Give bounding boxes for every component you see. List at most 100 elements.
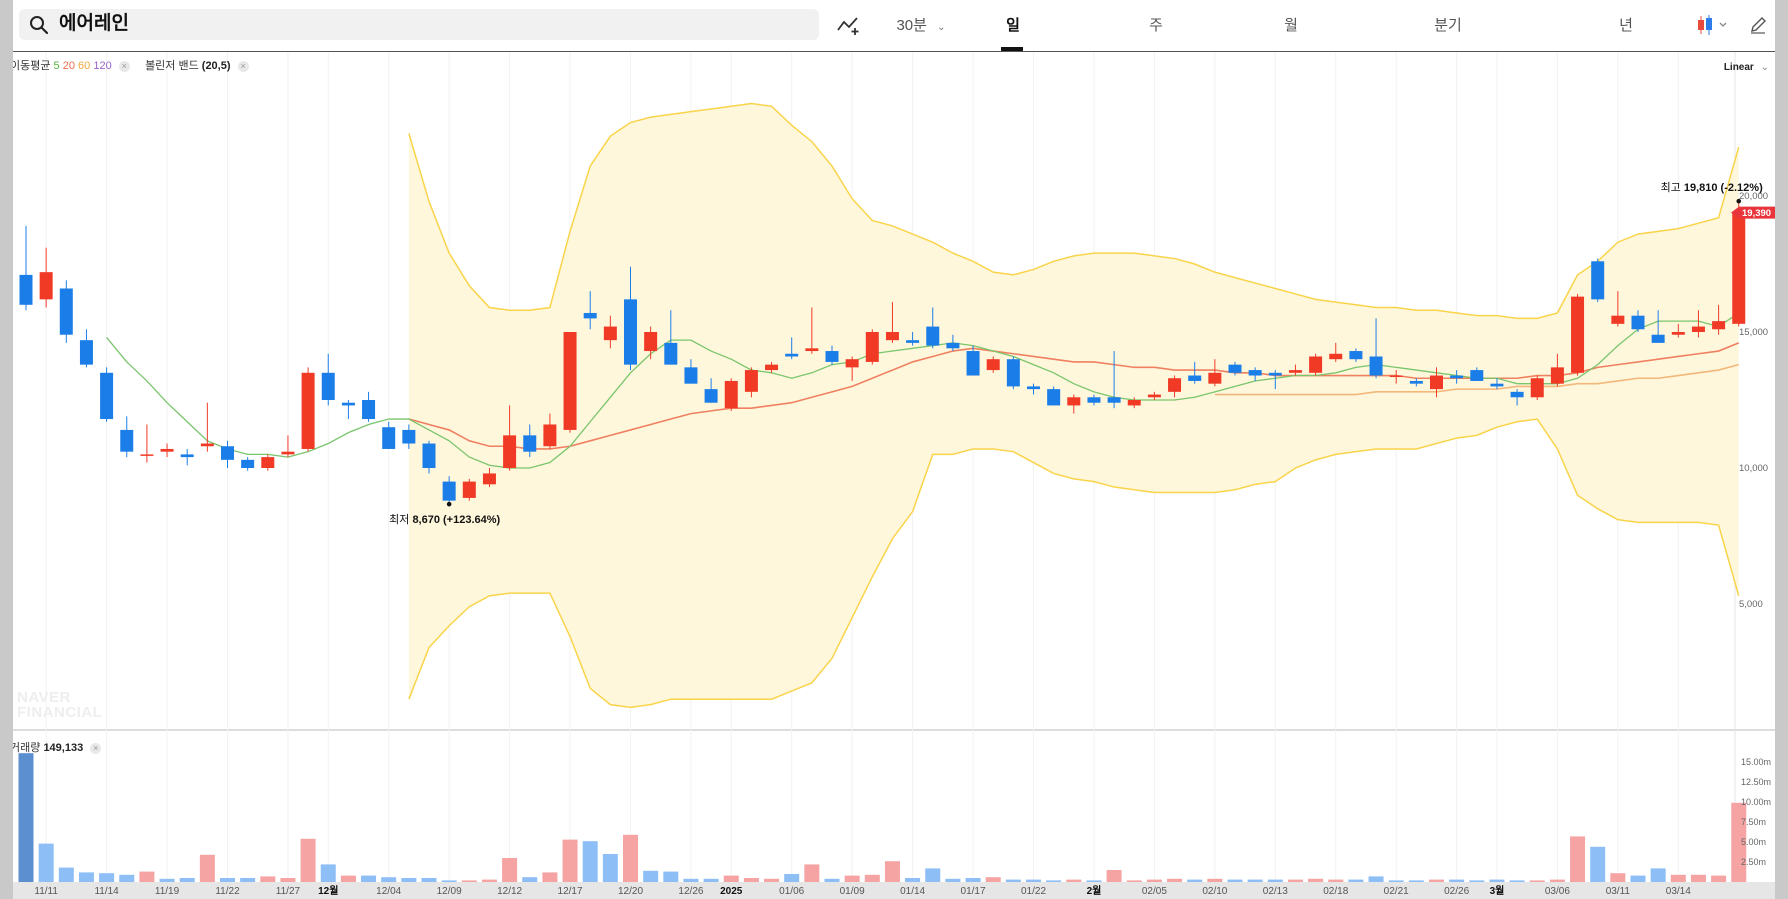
x-tick-label: 02/18 — [1323, 886, 1348, 897]
candle-body — [1027, 386, 1040, 390]
remove-ma-icon[interactable]: × — [118, 60, 130, 72]
candle-body — [200, 443, 214, 447]
candle-body — [321, 372, 335, 400]
candle-body — [39, 272, 53, 300]
volume-bar — [623, 834, 638, 882]
remove-bb-icon[interactable]: × — [237, 60, 249, 72]
indicator-legend: 이동평균 5 20 60 120 × 볼린저 밴드 (20,5) × — [13, 57, 249, 73]
ma-20-label: 20 — [62, 60, 75, 72]
volume-bar — [824, 878, 840, 882]
tab-month[interactable]: 월 — [1276, 14, 1306, 35]
candle-body — [1510, 391, 1524, 398]
pencil-icon[interactable] — [1748, 15, 1768, 35]
x-tick-label: 12/12 — [497, 886, 522, 897]
volume-tick-label: 5.00m — [1741, 837, 1766, 847]
scale-mode-dropdown[interactable]: Linear ⌄ — [1724, 62, 1769, 73]
candle-body — [442, 481, 456, 501]
candle-body — [523, 435, 537, 452]
search-icon — [30, 16, 49, 35]
candle-body — [1228, 364, 1242, 373]
volume-bar — [1690, 874, 1706, 882]
add-indicator-icon[interactable] — [836, 14, 862, 36]
candle-body — [986, 359, 1000, 371]
tab-year[interactable]: 년 — [1611, 14, 1641, 35]
search-input[interactable]: 에어레인 — [59, 13, 129, 35]
last-price-label: 19,390 — [1742, 208, 1771, 219]
candle-body — [1329, 353, 1343, 360]
volume-bar — [159, 878, 175, 882]
candle-type-icon[interactable] — [1696, 14, 1732, 36]
volume-bar — [1267, 879, 1283, 882]
candle-body — [1490, 383, 1504, 387]
volume-bar — [864, 874, 880, 882]
volume-bar — [300, 838, 316, 882]
volume-bar — [1529, 880, 1545, 882]
volume-tick-label: 15.00m — [1741, 757, 1771, 767]
volume-bar — [884, 861, 900, 882]
x-tick-label: 11/11 — [34, 886, 58, 897]
candle-body — [1107, 397, 1121, 403]
volume-bar — [1167, 878, 1183, 882]
volume-bar — [985, 877, 1001, 882]
candle-body — [1087, 397, 1101, 403]
x-tick-label: 11/14 — [94, 886, 119, 897]
volume-bar — [421, 878, 437, 882]
candle-body — [1651, 334, 1665, 343]
volume-bar — [1590, 846, 1606, 882]
candle-body — [1732, 212, 1746, 324]
candle-body — [1450, 375, 1464, 379]
tab-week[interactable]: 주 — [1141, 14, 1171, 35]
volume-bar — [401, 878, 417, 882]
volume-bar — [1308, 878, 1324, 882]
volume-bar — [643, 870, 659, 882]
candle-body — [1712, 321, 1726, 330]
volume-bar — [1469, 880, 1485, 882]
candle-body — [966, 351, 980, 376]
volume-bar — [1570, 836, 1586, 882]
volume-bar — [582, 841, 598, 882]
volume-bar — [1670, 874, 1686, 882]
ma-label: 이동평균 — [13, 60, 51, 72]
candle-body — [59, 288, 73, 335]
volume-bar — [1449, 879, 1465, 882]
candle-body — [1147, 394, 1161, 398]
tab-quarter[interactable]: 분기 — [1426, 14, 1470, 35]
volume-bar — [1126, 880, 1142, 882]
candle-body — [382, 427, 396, 449]
candle-body — [1208, 372, 1222, 384]
candle-body — [462, 481, 476, 498]
volume-bar — [381, 877, 397, 882]
search-box[interactable]: 에어레인 — [19, 9, 819, 40]
volume-bar — [18, 753, 34, 882]
candle-body — [19, 274, 33, 305]
volume-bar — [1005, 879, 1021, 882]
bb-params: (20,5) — [201, 60, 231, 72]
candle-body — [1349, 351, 1363, 360]
candle-body — [301, 372, 315, 449]
candle-body — [1671, 332, 1685, 335]
candle-body — [704, 389, 718, 403]
candle-body — [402, 429, 416, 444]
candle-body — [563, 332, 577, 430]
bb-label: 볼린저 밴드 — [145, 60, 199, 72]
volume-bar — [139, 871, 155, 882]
volume-bar — [1348, 879, 1364, 882]
x-tick-label: 2025 — [720, 886, 743, 897]
volume-bar — [1066, 879, 1082, 882]
remove-volume-icon[interactable]: × — [90, 742, 102, 754]
volume-bar — [220, 878, 235, 882]
tab-day[interactable]: 일 — [998, 14, 1028, 35]
ma-60-label: 60 — [78, 60, 91, 72]
volume-bar — [905, 878, 921, 882]
interval-dropdown[interactable]: 30분 ⌄ — [891, 14, 951, 35]
volume-tick-label: 7.50m — [1741, 817, 1766, 827]
stock-chart[interactable]: 5,00010,00015,00020,00019,390최고 19,810 (… — [13, 0, 1775, 899]
x-tick-label: 03/14 — [1666, 886, 1691, 897]
volume-bar — [179, 878, 195, 882]
x-tick-label: 02/26 — [1444, 886, 1469, 897]
candle-body — [1530, 378, 1544, 398]
volume-bar — [1187, 879, 1203, 882]
tab-selected-indicator — [1001, 47, 1023, 51]
toolbar: 에어레인 30분 ⌄ 일 주 월 분기 년 — [13, 0, 1775, 52]
candle-body — [79, 340, 93, 365]
